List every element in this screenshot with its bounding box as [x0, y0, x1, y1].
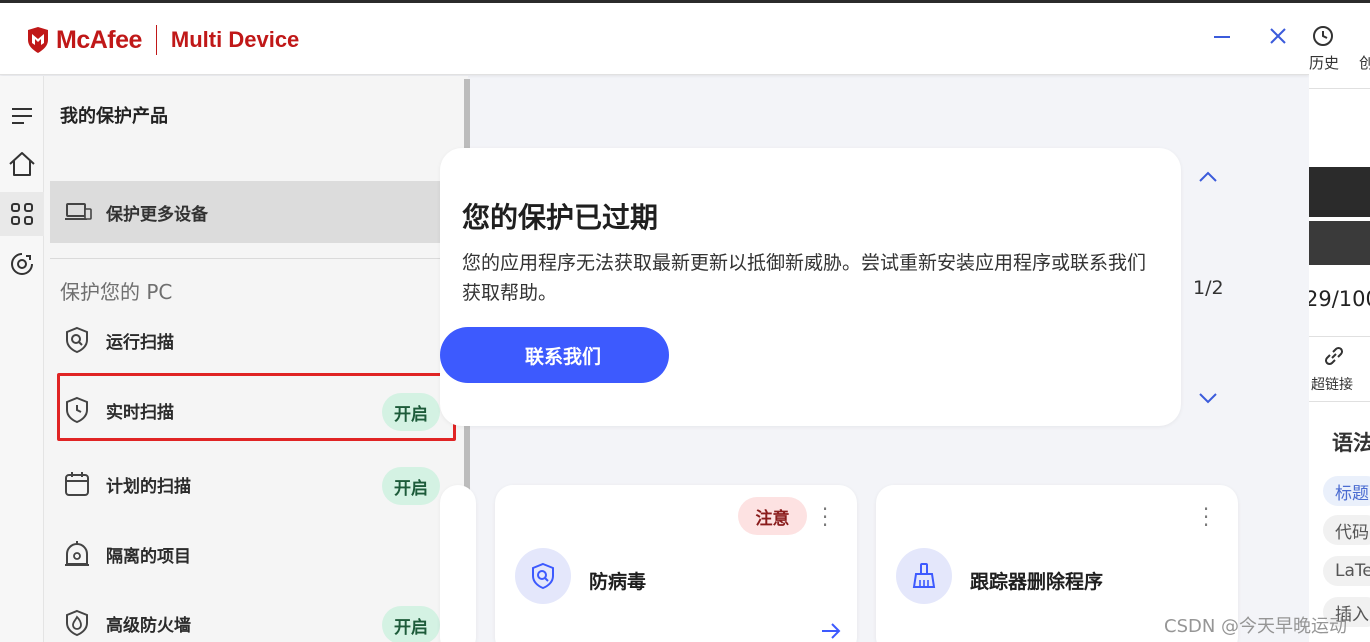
editor-toolbar-dark: [1309, 167, 1370, 217]
feature-tile-antivirus[interactable]: 注意 · · · 防病毒: [495, 485, 857, 642]
sidebar-item-label: 计划的扫描: [106, 476, 191, 497]
status-badge: 开启: [382, 467, 440, 505]
mcafee-logo: McAfee Multi Device: [26, 25, 299, 55]
divider: [1309, 88, 1370, 89]
shield-scan-icon: [62, 325, 92, 355]
chevron-down-icon[interactable]: [1196, 386, 1220, 410]
protect-more-devices-label: 保护更多设备: [106, 204, 208, 225]
mcafee-window: McAfee Multi Device 我的保护产品 保护更多设备 保护您的 P…: [0, 3, 1309, 642]
privacy-icon: [11, 253, 33, 275]
carousel-pager: 1/2: [1193, 277, 1224, 299]
alert-title: 您的保护已过期: [462, 201, 659, 234]
more-options-icon[interactable]: · · ·: [1200, 499, 1212, 535]
sidebar-item-label: 高级防火墙: [106, 615, 191, 636]
calendar-icon: [62, 469, 92, 499]
section-heading: 保护您的 PC: [60, 280, 173, 304]
tile-label: 跟踪器删除程序: [970, 571, 1104, 593]
sidebar-item-scheduled-scan[interactable]: 计划的扫描 开启: [50, 455, 450, 513]
laptop-icon: [64, 200, 92, 224]
divider: [1309, 401, 1370, 402]
close-icon: [1270, 28, 1286, 44]
chip-latex[interactable]: LaTe: [1323, 556, 1370, 586]
title-bar: McAfee Multi Device: [0, 3, 1309, 75]
home-button[interactable]: [0, 142, 44, 186]
apps-grid-icon: [11, 203, 33, 225]
expired-protection-card: 您的保护已过期 您的应用程序无法获取最新更新以抵御新威胁。尝试重新安装应用程序或…: [440, 148, 1181, 426]
menu-button[interactable]: [0, 94, 44, 138]
chip-heading[interactable]: 标题: [1323, 476, 1370, 506]
background-editor-window: 历史 创 29/100 超链接 语法 标题 代码 LaTe 插入: [1309, 3, 1370, 642]
tile-label: 防病毒: [589, 571, 647, 593]
sidebar-item-quarantine[interactable]: 隔离的项目: [50, 525, 450, 583]
editor-title-bar-dark: [1309, 221, 1370, 265]
create-button-partial[interactable]: 创: [1359, 52, 1370, 73]
history-clock-icon: [1313, 26, 1333, 46]
status-badge: 开启: [382, 606, 440, 642]
broom-icon: [896, 548, 952, 604]
privacy-button[interactable]: [0, 242, 44, 286]
sidebar-item-label: 运行扫描: [106, 332, 174, 353]
logo-divider: [155, 25, 157, 55]
attention-badge: 注意: [738, 497, 807, 535]
divider: [50, 258, 450, 259]
sidebar-item-firewall[interactable]: 高级防火墙 开启: [50, 594, 450, 642]
protect-more-devices-button[interactable]: 保护更多设备: [50, 181, 450, 243]
sidebar-item-run-scan[interactable]: 运行扫描: [50, 311, 450, 369]
menu-icon: [12, 108, 32, 124]
feature-tile-partial: [440, 485, 476, 642]
watermark: CSDN @今天早晚运动: [1164, 616, 1348, 637]
sidebar-item-label: 隔离的项目: [106, 546, 191, 567]
link-icon: [1324, 346, 1344, 366]
icon-rail: [0, 76, 44, 642]
minimize-icon: [1214, 36, 1230, 38]
side-panel-title: 我的保护产品: [60, 106, 168, 127]
product-name: Multi Device: [170, 27, 300, 52]
divider: [1309, 336, 1370, 337]
firewall-shield-icon: [62, 608, 92, 638]
hyperlink-button[interactable]: 超链接: [1311, 374, 1353, 394]
chevron-up-icon[interactable]: [1196, 165, 1220, 189]
close-button[interactable]: [1263, 21, 1293, 51]
annotation-highlight-box: [57, 373, 456, 441]
antivirus-shield-icon: [515, 548, 571, 604]
word-counter: 29/100: [1309, 287, 1370, 311]
mcafee-shield-icon: [28, 27, 48, 53]
alert-description: 您的应用程序无法获取最新更新以抵御新威胁。尝试重新安装应用程序或联系我们获取帮助…: [462, 252, 1147, 304]
contact-us-button[interactable]: 联系我们: [440, 327, 669, 383]
apps-grid-button[interactable]: [0, 192, 44, 236]
brand-name: McAfee: [56, 25, 142, 54]
arrow-right-icon[interactable]: [819, 619, 843, 642]
more-options-icon[interactable]: · · ·: [819, 499, 831, 535]
home-icon: [9, 152, 35, 176]
syntax-heading: 语法: [1332, 431, 1370, 455]
minimize-button[interactable]: [1207, 21, 1237, 51]
protection-side-panel: 我的保护产品 保护更多设备 保护您的 PC 运行扫描 实时扫描 开启 计划的扫描…: [44, 76, 468, 642]
quarantine-icon: [62, 539, 92, 569]
history-button[interactable]: 历史: [1309, 52, 1339, 73]
chip-code[interactable]: 代码: [1323, 515, 1370, 545]
